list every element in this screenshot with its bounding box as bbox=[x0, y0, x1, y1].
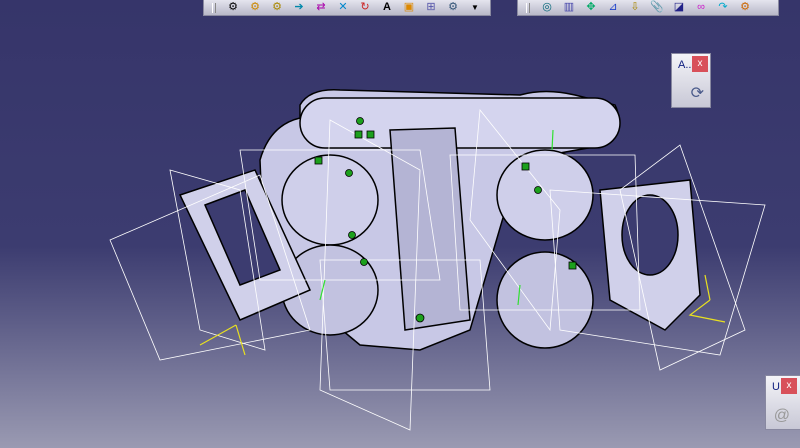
assembly-part bbox=[178, 89, 701, 351]
panel-a-title: A.. bbox=[678, 59, 692, 71]
close-button[interactable]: x bbox=[692, 56, 708, 72]
spiral-icon[interactable]: @ bbox=[774, 407, 790, 425]
update-icon[interactable]: ⟳ bbox=[691, 83, 704, 103]
panel-a: A.. x ⟳ bbox=[671, 53, 711, 108]
panel-u: U.. x @ bbox=[765, 375, 800, 430]
close-button[interactable]: x bbox=[781, 378, 797, 394]
